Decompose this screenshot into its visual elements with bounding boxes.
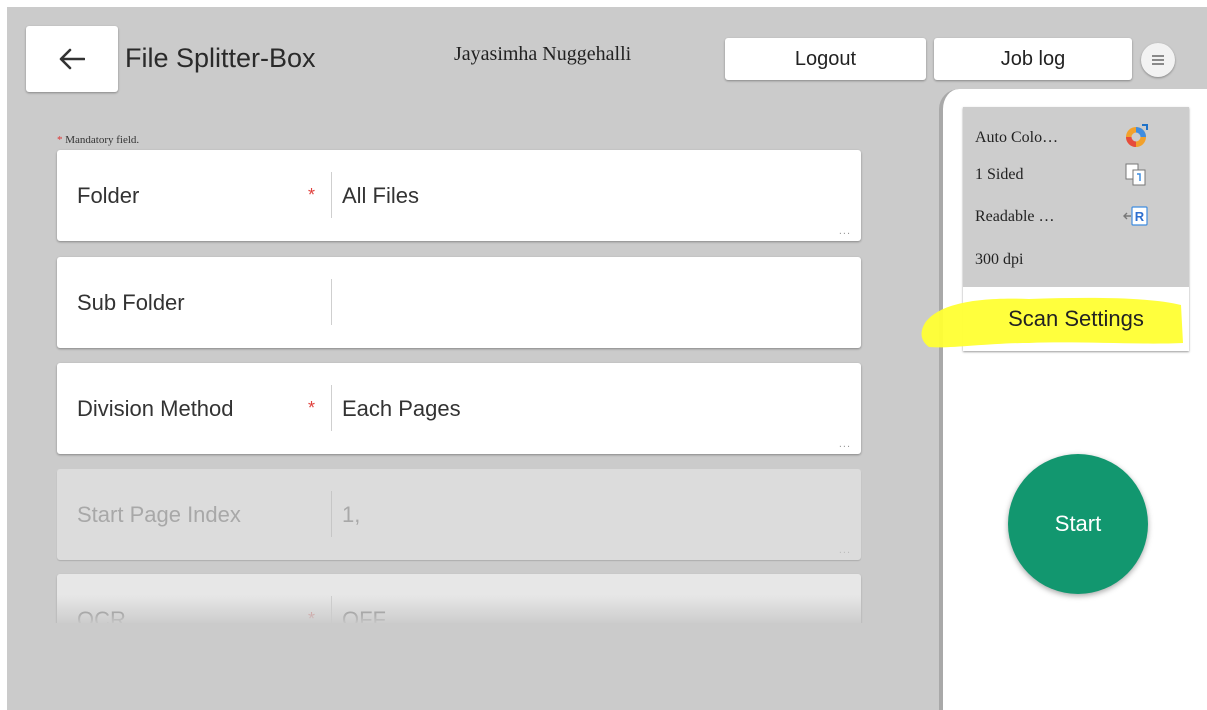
field-divider (331, 279, 332, 325)
mandatory-note: * Mandatory field. (57, 134, 139, 146)
user-name: Jayasimha Nuggehalli (454, 43, 632, 65)
more-ellipsis-icon: ... (838, 438, 851, 450)
scan-sides: 1 Sided (975, 166, 1024, 183)
form-bottom-area (7, 623, 942, 710)
field-value: Each Pages (342, 395, 461, 421)
scan-settings-card[interactable]: Auto Colo… 1 Sided Readable … R 300 dpi … (921, 107, 1189, 351)
field-divider (331, 172, 332, 218)
scroll-fade (57, 595, 861, 625)
field-label: Sub Folder (77, 289, 185, 315)
scan-settings-button[interactable]: Scan Settings (921, 287, 1189, 351)
more-ellipsis-icon: ... (838, 544, 851, 556)
auto-color-icon (1126, 124, 1148, 147)
start-page-index-field: Start Page Index 1, ... (57, 469, 861, 560)
one-sided-icon (1125, 163, 1146, 186)
mandatory-note-text: Mandatory field. (65, 134, 140, 146)
mandatory-star: * (57, 134, 63, 146)
division-method-field[interactable]: Division Method * Each Pages ... (57, 363, 861, 454)
field-label: Folder (77, 182, 140, 208)
back-button[interactable] (26, 26, 118, 92)
required-mark: * (308, 398, 316, 418)
scan-resolution: 300 dpi (975, 251, 1024, 268)
readable-direction-icon: R (1123, 206, 1148, 226)
scan-orientation: Readable … (975, 208, 1055, 225)
svg-text:R: R (1135, 209, 1145, 224)
field-value: 1, (342, 501, 361, 527)
app-window: File Splitter-Box Jayasimha Nuggehalli L… (7, 7, 1207, 710)
hamburger-menu-icon (1152, 55, 1164, 65)
app-title: File Splitter-Box (125, 43, 316, 73)
field-label: Start Page Index (77, 501, 241, 527)
more-ellipsis-icon: ... (838, 225, 851, 237)
logout-button[interactable]: Logout (725, 38, 926, 80)
menu-button[interactable] (1141, 43, 1175, 77)
sub-folder-field[interactable]: Sub Folder (57, 257, 861, 348)
required-mark: * (308, 185, 316, 205)
field-label: Division Method (77, 395, 234, 421)
job-log-button[interactable]: Job log (934, 38, 1132, 80)
field-value: All Files (342, 182, 420, 208)
field-divider (331, 385, 332, 431)
back-arrow-icon (59, 48, 85, 70)
folder-field[interactable]: Folder * All Files ... (57, 150, 861, 241)
scan-settings-label: Scan Settings (1008, 306, 1144, 331)
field-divider (331, 491, 332, 537)
start-button[interactable]: Start (1008, 454, 1148, 594)
scan-color-mode: Auto Colo… (975, 129, 1059, 146)
